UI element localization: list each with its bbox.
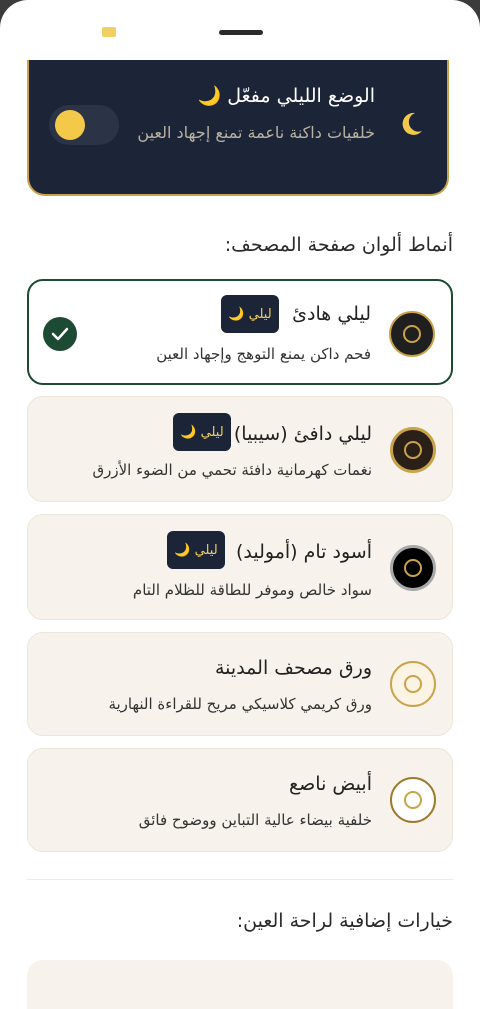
check-icon	[43, 317, 77, 351]
theme-swatch-icon	[389, 311, 435, 357]
theme-name: ليلي هادئ	[292, 303, 371, 325]
theme-name: ورق مصحف المدينة	[215, 657, 372, 679]
theme-description: خلفية بيضاء عالية التباين ووضوح فائق	[138, 811, 372, 829]
section-title: أنماط ألوان صفحة المصحف:	[224, 234, 453, 256]
night-mode-title: الوضع الليلي مفعّل 🌙	[197, 85, 375, 107]
bottom-sheet: الوضع الليلي مفعّل 🌙 خلفيات داكنة ناعمة …	[0, 0, 480, 1009]
theme-name: أسود تام (أموليد)	[236, 541, 372, 563]
theme-swatch-icon	[390, 777, 436, 823]
theme-description: سواد خالص وموفر للطاقة للظلام التام	[132, 581, 372, 599]
night-badge: ليلي 🌙	[167, 531, 225, 569]
night-mode-card[interactable]: الوضع الليلي مفعّل 🌙 خلفيات داكنة ناعمة …	[27, 60, 449, 196]
theme-description: ورق كريمي كلاسيكي مريح للقراءة النهارية	[108, 695, 372, 713]
theme-description: نغمات كهرمانية دافئة تحمي من الضوء الأزر…	[92, 461, 372, 479]
drag-handle[interactable]	[219, 30, 263, 35]
moon-icon	[402, 112, 422, 135]
folder-icon	[102, 27, 116, 37]
theme-name: ليلي دافئ (سيبيا)	[233, 423, 372, 445]
theme-swatch-icon	[390, 661, 436, 707]
night-badge: ليلي 🌙	[221, 295, 279, 333]
divider	[27, 879, 453, 880]
theme-name: أبيض ناصع	[289, 773, 372, 795]
extra-options-card[interactable]	[27, 960, 453, 1009]
night-mode-subtitle: خلفيات داكنة ناعمة تمنع إجهاد العين	[137, 123, 375, 142]
theme-card-night-warm[interactable]: ليلي دافئ (سيبيا) ليلي 🌙 نغمات كهرمانية …	[27, 396, 453, 502]
theme-card-night-calm[interactable]: ليلي هادئ ليلي 🌙 فحم داكن يمنع التوهج وإ…	[27, 279, 453, 385]
theme-swatch-icon	[390, 427, 436, 473]
theme-card-amoled[interactable]: أسود تام (أموليد) ليلي 🌙 سواد خالص وموفر…	[27, 514, 453, 620]
toggle-knob	[55, 110, 85, 140]
night-badge: ليلي 🌙	[173, 413, 231, 451]
theme-description: فحم داكن يمنع التوهج وإجهاد العين	[156, 345, 371, 363]
extra-options-title: خيارات إضافية لراحة العين:	[236, 910, 453, 932]
night-mode-toggle[interactable]	[49, 105, 119, 145]
theme-swatch-icon	[390, 545, 436, 591]
theme-card-bright-white[interactable]: أبيض ناصع خلفية بيضاء عالية التباين ووضو…	[27, 748, 453, 852]
theme-card-madinah-paper[interactable]: ورق مصحف المدينة ورق كريمي كلاسيكي مريح …	[27, 632, 453, 736]
